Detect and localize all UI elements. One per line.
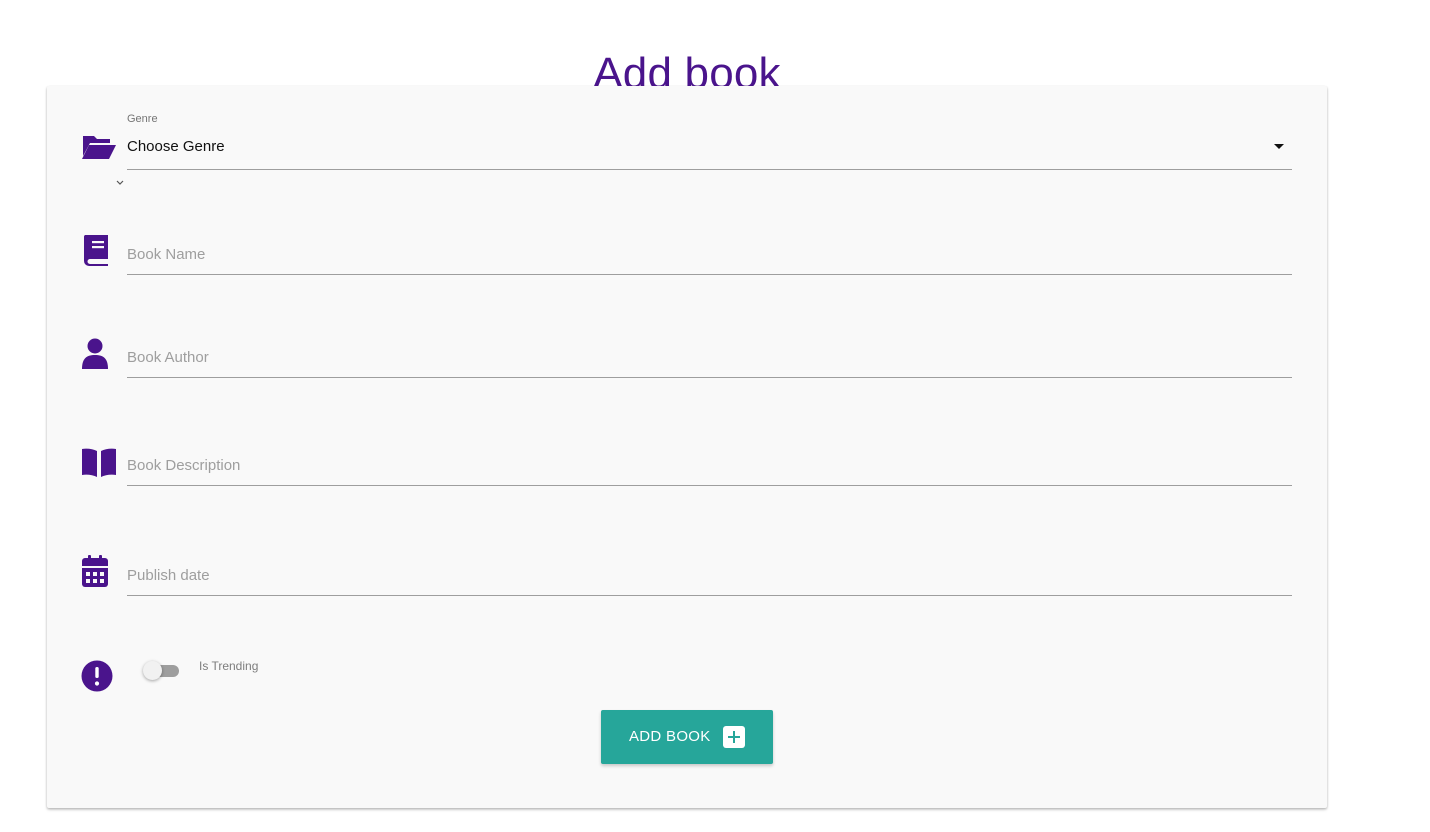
toggle-thumb: [143, 661, 162, 680]
add-book-button-label: ADD BOOK: [629, 728, 711, 745]
open-book-icon: [81, 444, 117, 480]
genre-selected-value: Choose Genre: [127, 138, 225, 155]
calendar-icon: [81, 553, 117, 589]
user-icon: [81, 336, 117, 372]
folder-open-icon: [81, 128, 117, 164]
is-trending-row: Is Trending: [47, 656, 1327, 696]
chevron-down-icon: [115, 174, 125, 185]
is-trending-label: Is Trending: [199, 659, 259, 673]
genre-select[interactable]: Choose Genre: [127, 132, 1292, 170]
book-icon: [81, 232, 117, 268]
exclamation-circle-icon: [81, 658, 117, 694]
book-description-field: [127, 445, 1292, 486]
plus-square-icon: [723, 726, 745, 748]
add-book-button[interactable]: ADD BOOK: [601, 710, 773, 764]
publish-date-field: [127, 555, 1292, 596]
book-name-field: [127, 234, 1292, 275]
publish-date-input[interactable]: [127, 563, 1292, 587]
is-trending-toggle[interactable]: [143, 660, 181, 680]
genre-label: Genre: [127, 113, 158, 125]
book-name-input[interactable]: [127, 242, 1292, 266]
book-author-input[interactable]: [127, 345, 1292, 369]
book-description-input[interactable]: [127, 453, 1292, 477]
dropdown-caret-icon: [1274, 144, 1284, 149]
book-author-field: [127, 337, 1292, 378]
add-book-form: Genre Choose Genre Book Name Book Author…: [47, 86, 1327, 808]
